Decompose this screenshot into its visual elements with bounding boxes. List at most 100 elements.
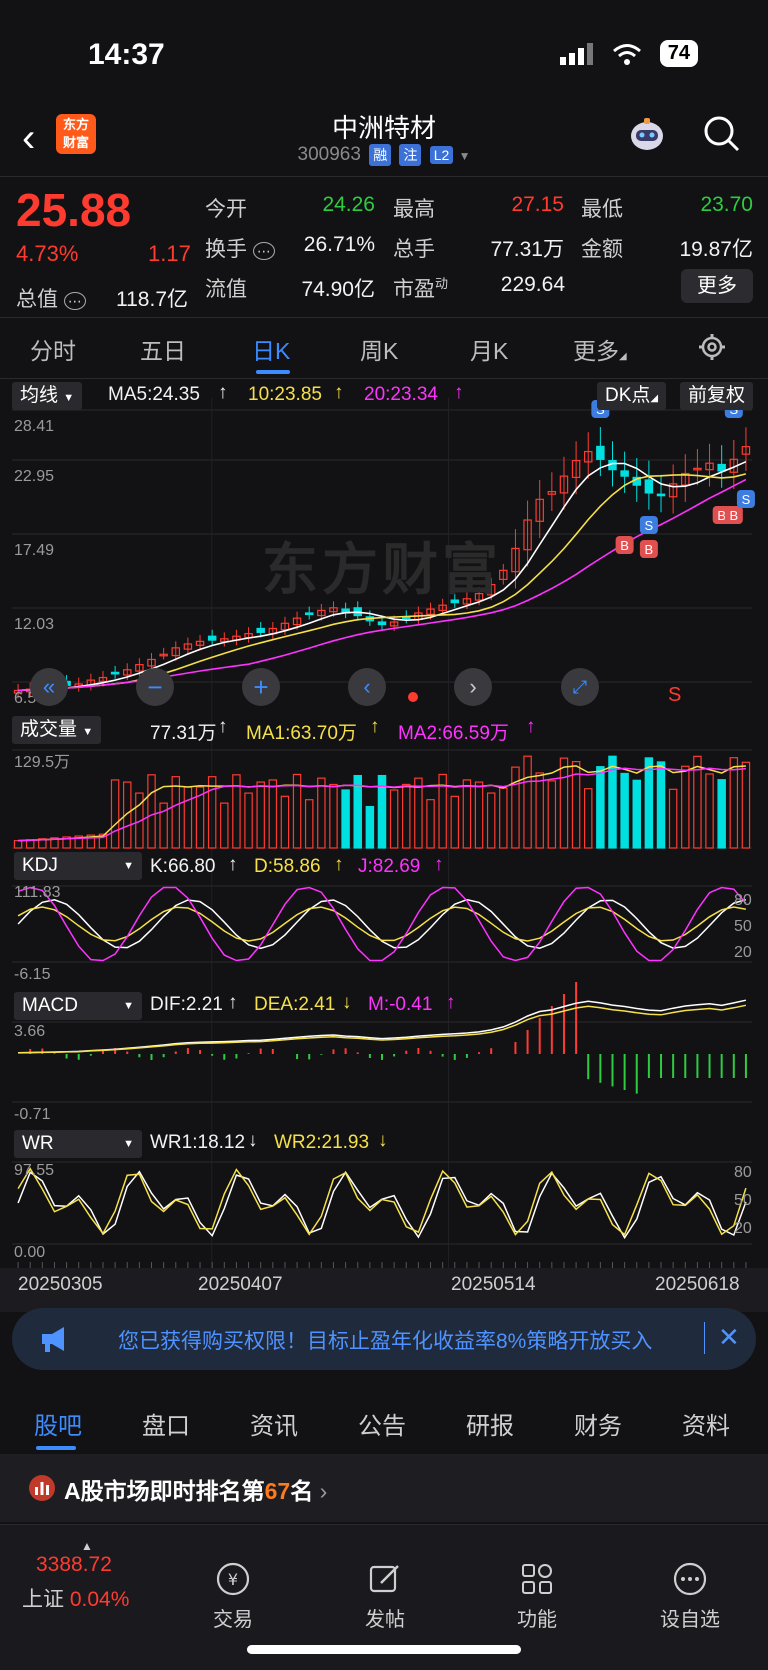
tab-five-day[interactable]: 五日 bbox=[140, 332, 186, 366]
volume-ma1-arrow: ↑ bbox=[370, 716, 380, 737]
macd-axis-top: 3.66 bbox=[14, 1023, 46, 1040]
volume-bar bbox=[596, 766, 605, 849]
quote-panel: 25.88 4.73% 1.17 总值 ⋯ 118.7亿 今开 24.26 最高… bbox=[0, 176, 768, 318]
macd-dea: DEA:2.41 bbox=[254, 994, 336, 1015]
wr-axis-bottom: 0.00 bbox=[14, 1244, 46, 1261]
tab-more[interactable]: 更多◢ bbox=[573, 332, 627, 366]
tab-profile[interactable]: 资料 bbox=[682, 1406, 730, 1441]
volume-indicator-button[interactable]: 成交量 ▼ bbox=[12, 716, 102, 744]
wr-wr1: WR1:18.12 bbox=[150, 1132, 246, 1153]
volume-bar bbox=[632, 779, 641, 849]
kdj-j: J:82.69 bbox=[358, 856, 421, 877]
bottom-tab-underline bbox=[36, 1446, 76, 1450]
rank-row[interactable]: A股市场即时排名第67名 › bbox=[0, 1454, 768, 1522]
volume-bar bbox=[583, 788, 593, 849]
kdj-d-arrow: ↑ bbox=[334, 854, 344, 875]
tab-news[interactable]: 资讯 bbox=[250, 1406, 298, 1441]
date-label: 20250618 bbox=[655, 1274, 740, 1295]
chevron-right-icon[interactable]: › bbox=[454, 668, 492, 706]
zoom-in-icon[interactable]: + bbox=[242, 668, 280, 706]
buy-marker-label: B bbox=[620, 538, 629, 553]
tab-finance[interactable]: 财务 bbox=[574, 1406, 622, 1441]
volume-bar bbox=[486, 792, 496, 849]
market-cap-value: 118.7亿 bbox=[116, 288, 188, 311]
volume-value: 77.31万 bbox=[490, 238, 564, 261]
volume-bar bbox=[268, 779, 278, 849]
adjust-button[interactable]: 前复权 bbox=[680, 382, 754, 410]
chevron-left-icon[interactable]: ‹ bbox=[348, 668, 386, 706]
index-name: 上证 bbox=[22, 1588, 64, 1611]
wr-line bbox=[17, 1167, 747, 1236]
ma10-arrow: ↑ bbox=[334, 382, 344, 403]
dk-point-button[interactable]: DK点◢ bbox=[597, 382, 667, 410]
expand-icon[interactable]: ⤢ bbox=[561, 668, 599, 706]
tab-intraday[interactable]: 分时 bbox=[30, 332, 76, 366]
zoom-out-icon[interactable]: − bbox=[136, 668, 174, 706]
tag-l2: L2 bbox=[429, 146, 454, 164]
macd-m: M:-0.41 bbox=[368, 994, 433, 1015]
nav-header: ‹ 东方 财富 中洲特材 300963 融 注 L2 ▼ bbox=[0, 100, 768, 174]
info-icon: ⋯ bbox=[63, 292, 86, 310]
volume-bar bbox=[13, 840, 23, 849]
gear-icon[interactable] bbox=[697, 332, 727, 362]
close-icon[interactable]: ✕ bbox=[718, 1322, 740, 1353]
functions-button[interactable]: 功能 bbox=[492, 1561, 582, 1632]
macd-indicator-button[interactable]: MACD ▼ bbox=[14, 992, 142, 1020]
candle-body bbox=[717, 463, 726, 472]
trade-button[interactable]: ¥ 交易 bbox=[188, 1561, 278, 1632]
grid-icon bbox=[522, 1564, 552, 1594]
tab-research[interactable]: 研报 bbox=[466, 1406, 514, 1441]
content-tabs: 股吧 盘口 资讯 公告 研报 财务 资料 bbox=[0, 1388, 768, 1452]
volume-bar bbox=[341, 789, 350, 849]
rewind-icon[interactable]: « bbox=[30, 668, 68, 706]
pe-value: 229.64 bbox=[500, 273, 565, 296]
wifi-icon bbox=[612, 43, 641, 65]
status-time: 14:37 bbox=[88, 38, 165, 71]
index-value: 3388.72 bbox=[36, 1553, 112, 1576]
candle-body bbox=[656, 493, 666, 497]
kdj-indicator-button[interactable]: KDJ ▼ bbox=[14, 852, 142, 880]
tab-pankou[interactable]: 盘口 bbox=[142, 1406, 190, 1441]
last-price: 25.88 bbox=[16, 184, 132, 236]
ma-indicator-button[interactable]: 均线 ▼ bbox=[12, 382, 83, 410]
triangle-up-icon: ▲ bbox=[81, 1539, 93, 1553]
robot-assistant-icon[interactable] bbox=[625, 114, 669, 158]
candle-body bbox=[596, 445, 605, 460]
tab-daily-k[interactable]: 日K bbox=[252, 332, 290, 366]
tab-monthly-k[interactable]: 月K bbox=[470, 332, 508, 366]
volume-bar bbox=[147, 774, 156, 849]
volume-bar bbox=[511, 766, 520, 849]
volume-bar bbox=[304, 799, 314, 849]
pct-change: 4.73% bbox=[16, 241, 79, 266]
candle-body bbox=[377, 621, 387, 626]
wr-wr2: WR2:21.93 bbox=[274, 1132, 370, 1153]
volume-bar bbox=[620, 772, 629, 849]
tab-guba[interactable]: 股吧 bbox=[34, 1406, 82, 1441]
tab-weekly-k[interactable]: 周K bbox=[360, 332, 398, 366]
megaphone-icon bbox=[42, 1327, 64, 1352]
kdj-level-80: 80 bbox=[734, 892, 752, 909]
buy-marker-label: B bbox=[729, 508, 738, 523]
more-button[interactable]: 更多 bbox=[681, 269, 753, 303]
volume-bar bbox=[705, 773, 714, 849]
search-icon[interactable] bbox=[700, 112, 744, 156]
volume-bar bbox=[717, 779, 726, 849]
post-button[interactable]: 发帖 bbox=[340, 1561, 430, 1632]
wr-indicator-button[interactable]: WR ▼ bbox=[14, 1130, 142, 1158]
chevron-down-icon: ▼ bbox=[458, 149, 471, 164]
volume-bar bbox=[317, 777, 326, 849]
kline-chart[interactable]: BBBBSSSS bbox=[0, 378, 768, 1308]
add-watchlist-button[interactable]: 设自选 bbox=[645, 1561, 735, 1632]
kdj-k: K:66.80 bbox=[150, 856, 216, 877]
banner-divider bbox=[704, 1322, 705, 1354]
open-value: 24.26 bbox=[322, 193, 375, 216]
wr-level-80: 80 bbox=[734, 1164, 752, 1181]
promo-banner[interactable]: 您已获得购买权限！目标止盈年化收益率8%策略开放买入 ✕ bbox=[12, 1308, 756, 1370]
watermark: 东方财富 bbox=[262, 538, 502, 601]
add-watchlist-label: 设自选 bbox=[660, 1609, 720, 1631]
tab-announcements[interactable]: 公告 bbox=[358, 1406, 406, 1441]
more-dots-icon bbox=[673, 1562, 707, 1596]
index-quote[interactable]: ▲ 3388.72 上证 0.04% bbox=[22, 1539, 152, 1613]
volume-bar bbox=[559, 757, 569, 849]
ma5-arrow: ↑ bbox=[218, 382, 228, 403]
